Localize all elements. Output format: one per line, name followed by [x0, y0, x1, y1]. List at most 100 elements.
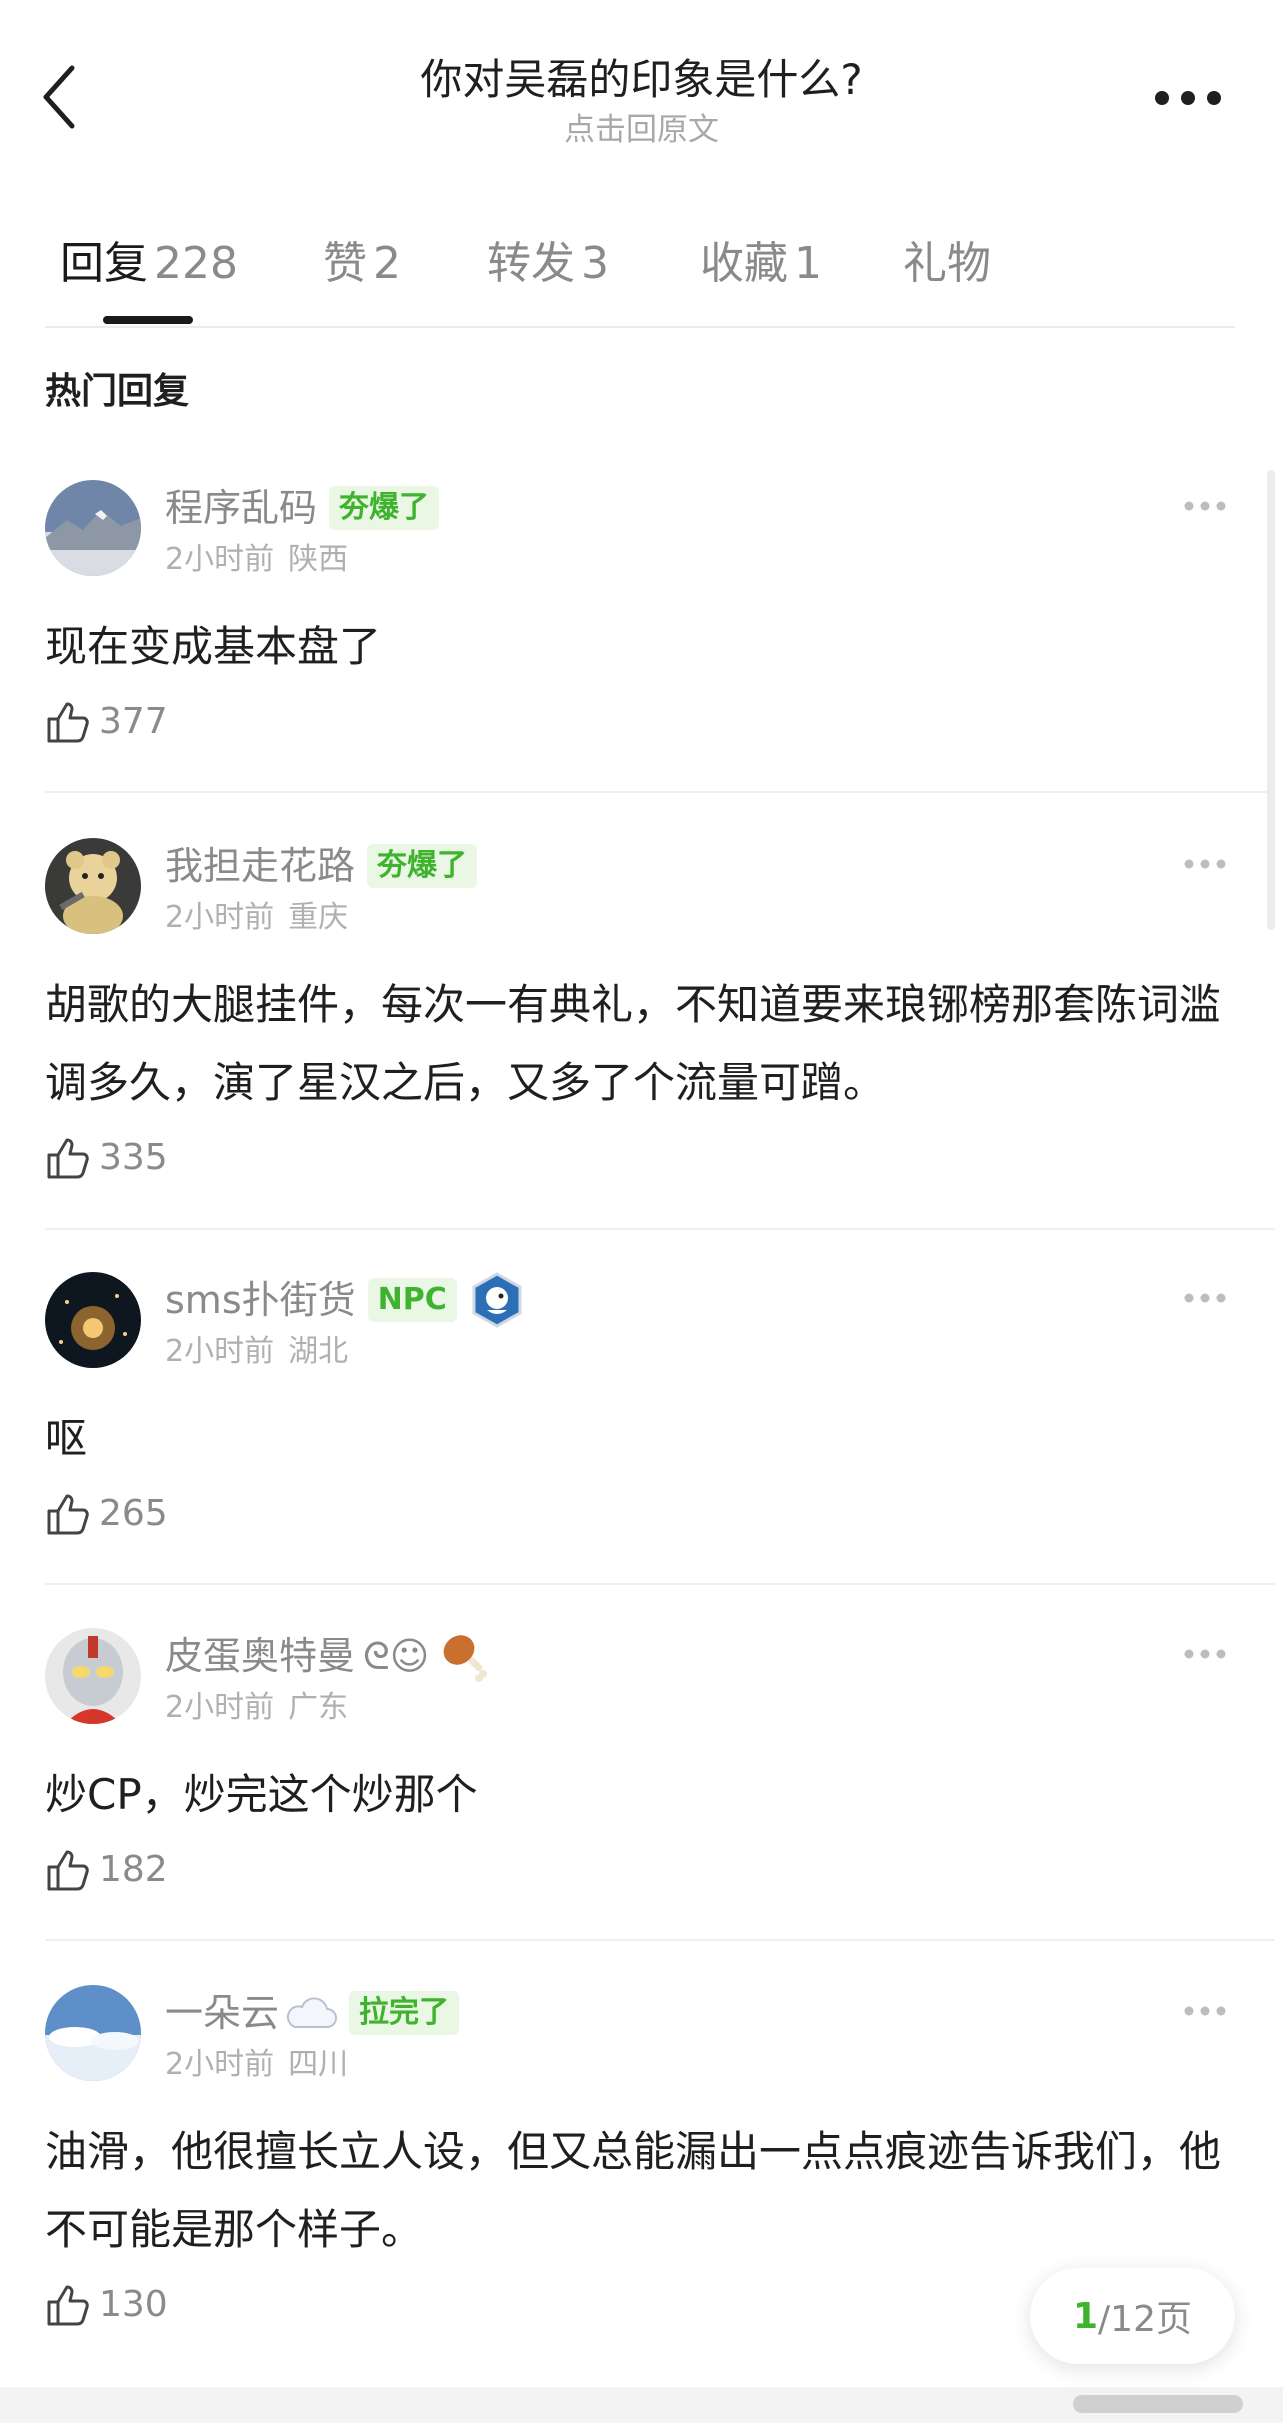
tab-count: 1: [794, 238, 822, 289]
back-to-original-link[interactable]: 点击回原文: [200, 110, 1083, 150]
user-info: 程序乱码 夯爆了: [165, 480, 440, 536]
thumbs-up-icon: [47, 1138, 89, 1179]
tab-label: 礼物: [903, 238, 991, 289]
user-info: sms扑街货 NPC: [165, 1272, 525, 1328]
comment-item: sms扑街货 NPC 2小时前 湖北 呕 265: [45, 1272, 1275, 1585]
tab-bar: 回复 228 赞2 转发 3 收藏 1 礼物: [45, 220, 1235, 328]
comment-meta: 2小时前 重庆: [165, 898, 348, 938]
timestamp: 2小时前: [165, 900, 275, 935]
like-count: 335: [99, 1137, 168, 1178]
total-pages: /12页: [1098, 2299, 1192, 2340]
user-info: 我担走花路 夯爆了: [165, 838, 478, 894]
comment-meta: 2小时前 湖北: [165, 1332, 348, 1372]
username[interactable]: 一朵云: [165, 1988, 279, 2038]
comment-meta: 2小时前 广东: [165, 1688, 348, 1728]
tab-reposts[interactable]: 转发 3: [487, 234, 609, 294]
avatar[interactable]: [45, 1272, 141, 1368]
scrollbar[interactable]: [1267, 470, 1275, 930]
tab-count: 3: [581, 238, 609, 289]
like-count: 130: [99, 2284, 168, 2325]
like-count: 182: [99, 1849, 168, 1890]
page-indicator[interactable]: 1/12页: [1030, 2268, 1235, 2364]
location: 湖北: [288, 1334, 349, 1369]
comment-more-icon[interactable]: [1183, 1648, 1227, 1660]
timestamp: 2小时前: [165, 1690, 275, 1725]
comment-more-icon[interactable]: [1183, 858, 1227, 870]
like-count: 377: [99, 701, 168, 742]
rating-badge: 夯爆了: [329, 486, 440, 530]
comment-text: 胡歌的大腿挂件，每次一有典礼，不知道要来琅铘榜那套陈词滥调多久，演了星汉之后，又…: [45, 980, 1222, 1107]
back-button[interactable]: [40, 62, 90, 142]
medal-icon: [472, 1272, 522, 1328]
like-button[interactable]: 130: [45, 2281, 168, 2329]
rating-badge: 夯爆了: [367, 844, 478, 888]
thumbs-up-icon: [47, 1494, 89, 1535]
thumbs-up-icon: [47, 2285, 89, 2326]
comment-text: 油滑，他很擅长立人设，但又总能漏出一点点痕迹告诉我们，他不可能是那个样子。: [45, 2127, 1222, 2254]
top-bar: 你对吴磊的印象是什么? 点击回原文: [0, 0, 1283, 170]
more-options-button[interactable]: [1153, 86, 1223, 110]
avatar[interactable]: [45, 1628, 141, 1724]
name-emoticon: ᘓ☺: [363, 1634, 430, 1678]
divider: [45, 1228, 1275, 1230]
divider: [45, 791, 1275, 793]
comment-more-icon[interactable]: [1183, 500, 1227, 512]
like-button[interactable]: 182: [45, 1846, 168, 1894]
user-info: 皮蛋奥特曼 ᘓ☺: [165, 1628, 491, 1684]
avatar[interactable]: [45, 480, 141, 576]
comment-more-icon[interactable]: [1183, 2005, 1227, 2017]
like-button[interactable]: 265: [45, 1490, 168, 1538]
comment-meta: 2小时前 四川: [165, 2045, 348, 2085]
like-button[interactable]: 377: [45, 698, 168, 746]
bottom-bar: [0, 2387, 1283, 2423]
avatar[interactable]: [45, 1985, 141, 2081]
like-button[interactable]: 335: [45, 1134, 168, 1182]
divider: [45, 1939, 1275, 1941]
tab-count: 228: [154, 238, 238, 289]
avatar[interactable]: [45, 838, 141, 934]
current-page: 1: [1072, 2295, 1099, 2337]
rating-badge: NPC: [367, 1278, 457, 1322]
comment-item: 皮蛋奥特曼 ᘓ☺ 2小时前 广东 炒CP，炒完这个炒那个 182: [45, 1628, 1275, 1941]
timestamp: 2小时前: [165, 542, 275, 577]
comment-more-icon[interactable]: [1183, 1292, 1227, 1304]
thumbs-up-icon: [47, 1850, 89, 1891]
location: 四川: [288, 2047, 349, 2082]
tab-favorites[interactable]: 收藏 1: [700, 234, 822, 294]
drumstick-icon: [444, 1635, 488, 1682]
comment-text: 呕: [45, 1414, 88, 1463]
page-title: 你对吴磊的印象是什么?: [420, 55, 863, 104]
title-block[interactable]: 你对吴磊的印象是什么? 点击回原文: [200, 52, 1083, 150]
username[interactable]: sms扑街货: [165, 1275, 356, 1325]
tab-likes[interactable]: 赞2: [323, 234, 401, 294]
location: 重庆: [288, 900, 349, 935]
tab-label: 回复: [60, 238, 148, 289]
tab-label: 赞: [323, 238, 367, 289]
timestamp: 2小时前: [165, 2047, 275, 2082]
location: 广东: [288, 1690, 349, 1725]
comment-text: 现在变成基本盘了: [45, 622, 382, 671]
username[interactable]: 程序乱码: [165, 483, 317, 533]
divider: [45, 1583, 1275, 1585]
tab-count: 2: [373, 238, 401, 289]
tab-replies[interactable]: 回复 228: [60, 234, 238, 294]
username[interactable]: 皮蛋奥特曼: [165, 1631, 355, 1681]
active-tab-indicator: [103, 316, 193, 324]
thumbs-up-icon: [47, 702, 89, 743]
more-horizontal-icon: [1155, 91, 1221, 105]
user-info: 一朵云 拉完了: [165, 1985, 460, 2041]
section-title: 热门回复: [45, 371, 190, 412]
comment-item: 我担走花路 夯爆了 2小时前 重庆 胡歌的大腿挂件，每次一有典礼，不知道要来琅铘榜…: [45, 838, 1275, 1230]
tab-gifts[interactable]: 礼物: [903, 234, 991, 294]
tab-label: 转发: [487, 238, 575, 289]
home-indicator: [1073, 2395, 1243, 2413]
chevron-left-icon: [43, 65, 75, 129]
tab-label: 收藏: [700, 238, 788, 289]
cloud-icon: [286, 1997, 338, 2028]
location: 陕西: [288, 542, 349, 577]
like-count: 265: [99, 1493, 168, 1534]
timestamp: 2小时前: [165, 1334, 275, 1369]
rating-badge: 拉完了: [349, 1991, 460, 2035]
comment-meta: 2小时前 陕西: [165, 540, 348, 580]
username[interactable]: 我担走花路: [165, 841, 355, 891]
